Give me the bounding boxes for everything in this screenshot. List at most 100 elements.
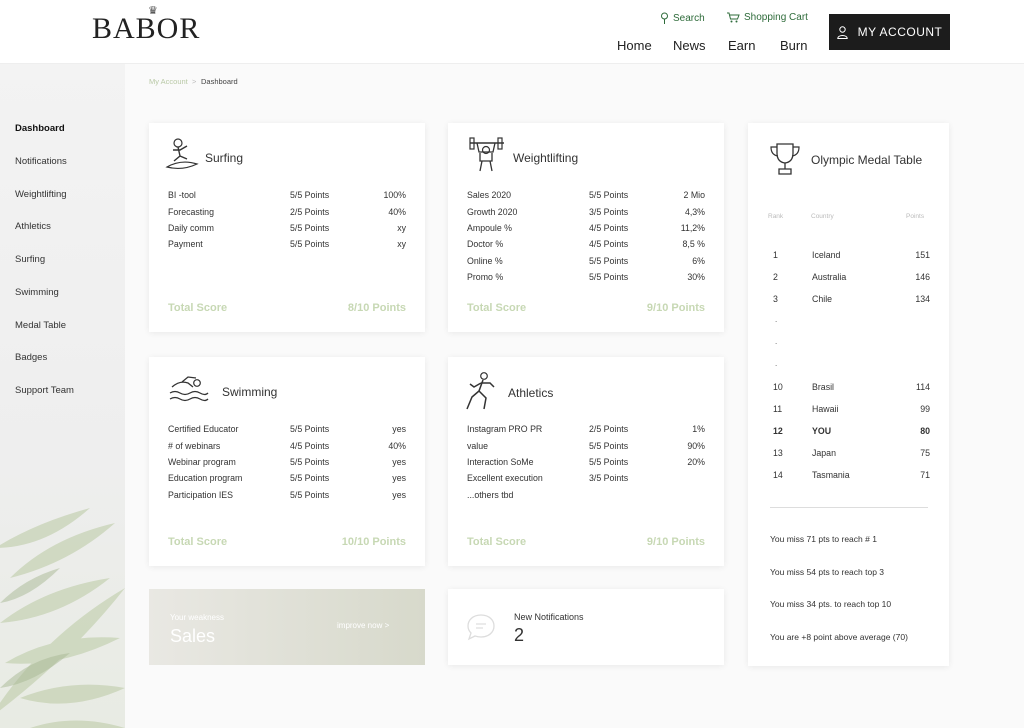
- sidebar-item-support-team[interactable]: Support Team: [15, 385, 74, 396]
- swimming-title: Swimming: [222, 385, 278, 399]
- medal-table-title: Olympic Medal Table: [811, 153, 923, 167]
- rank: 12: [773, 426, 783, 436]
- points: 75: [920, 448, 930, 458]
- notifications-label: New Notifications: [514, 612, 584, 622]
- country: YOU: [812, 426, 832, 436]
- average-message: You are +8 point above average (70): [770, 632, 908, 642]
- row-value: 4,3%: [684, 206, 705, 217]
- row-points: 2/5 Points: [290, 206, 330, 217]
- sidebar: Dashboard Notifications Weightlifting At…: [0, 64, 125, 728]
- row-value: 8,5 %: [682, 239, 706, 250]
- sidebar-item-badges[interactable]: Badges: [15, 352, 47, 363]
- swimming-total: Total Score 10/10 Points: [168, 536, 406, 548]
- table-row: 13 Japan 75: [770, 448, 930, 458]
- shopping-cart-link[interactable]: Shopping Cart: [726, 12, 808, 23]
- row-label: Interaction SoMe: [467, 456, 534, 467]
- improve-now-link[interactable]: improve now >: [337, 621, 389, 630]
- country: Australia: [812, 272, 847, 282]
- country: Brasil: [812, 382, 834, 392]
- nav-earn[interactable]: Earn: [728, 38, 755, 53]
- sidebar-item-swimming[interactable]: Swimming: [15, 287, 59, 298]
- row-points: 4/5 Points: [589, 239, 629, 250]
- row-value: 1%: [692, 424, 705, 435]
- row-value: xy: [397, 239, 406, 250]
- row-value: yes: [392, 473, 406, 484]
- table-row: 11 Hawaii 99: [770, 404, 930, 414]
- account-label: MY ACCOUNT: [857, 25, 943, 39]
- sidebar-item-athletics[interactable]: Athletics: [15, 221, 51, 232]
- country-header: Country: [811, 213, 834, 220]
- nav-burn[interactable]: Burn: [780, 38, 807, 53]
- brand-logo[interactable]: ♛ BABOR: [92, 5, 200, 46]
- table-row: Ampoule % 4/5 Points 11,2%: [467, 220, 705, 236]
- notifications-card[interactable]: New Notifications 2: [448, 589, 724, 665]
- weightlifting-rows: Sales 2020 5/5 Points 2 Mio Growth 2020 3/5…: [467, 187, 705, 285]
- sidebar-item-medal-table[interactable]: Medal Table: [15, 320, 66, 331]
- table-row: 3 Chile 134: [770, 294, 930, 304]
- row-value: 11,2%: [680, 222, 705, 233]
- surfer-icon: [165, 138, 199, 170]
- nav-home[interactable]: Home: [617, 38, 652, 53]
- nav-news[interactable]: News: [673, 38, 706, 53]
- table-row: # of webinars 4/5 Points 40%: [168, 437, 406, 453]
- row-value: yes: [392, 489, 406, 500]
- sidebar-item-surfing[interactable]: Surfing: [15, 254, 45, 265]
- points: 134: [915, 294, 930, 304]
- my-account-button[interactable]: MY ACCOUNT: [829, 14, 950, 50]
- table-row: Certified Educator 5/5 Points yes: [168, 421, 406, 437]
- weakness-banner[interactable]: Your weakness Sales improve now >: [149, 589, 425, 665]
- weakness-value: Sales: [170, 626, 216, 646]
- row-points: 4/5 Points: [290, 440, 330, 451]
- surfing-total: Total Score 8/10 Points: [168, 302, 406, 314]
- rank: 14: [773, 470, 783, 480]
- total-value: 9/10 Points: [646, 536, 705, 548]
- row-value: yes: [392, 424, 406, 435]
- table-row: 14 Tasmania 71: [770, 470, 930, 480]
- swimming-rows: Certified Educator 5/5 Points yes # of web…: [168, 421, 406, 503]
- sidebar-item-notifications[interactable]: Notifications: [15, 156, 67, 167]
- rank: 3: [773, 294, 778, 304]
- table-row: Doctor % 4/5 Points 8,5 %: [467, 236, 705, 252]
- top-header: ♛ BABOR Search Shopping Cart Home News E…: [0, 0, 1024, 64]
- sidebar-item-weightlifting[interactable]: Weightlifting: [15, 189, 67, 200]
- athletics-rows: Instagram PRO PR 2/5 Points 1% value 5/5 Po…: [467, 421, 705, 503]
- table-row: 1 Iceland 151: [770, 250, 930, 260]
- search-icon: [661, 12, 668, 24]
- surfing-card: Surfing BI -tool 5/5 Points 100% Forecasti…: [149, 123, 425, 332]
- table-row: 2 Australia 146: [770, 272, 930, 282]
- notifications-count: 2: [514, 625, 525, 645]
- table-row: 10 Brasil 114: [770, 382, 930, 392]
- row-points: 5/5 Points: [589, 272, 629, 283]
- gap-dot: .: [775, 315, 778, 324]
- row-label: Certified Educator: [168, 424, 239, 435]
- row-points: 5/5 Points: [589, 190, 629, 201]
- row-value: 30%: [687, 272, 705, 283]
- table-row: Education program 5/5 Points yes: [168, 470, 406, 486]
- row-label: Payment: [168, 239, 203, 250]
- miss-message: You miss 71 pts to reach # 1: [770, 534, 877, 544]
- breadcrumb-my-account[interactable]: My Account: [149, 77, 188, 86]
- row-points: 5/5 Points: [589, 440, 629, 451]
- medal-table-card: Olympic Medal Table Rank Country Points …: [748, 123, 949, 666]
- row-label: ...others tbd: [467, 489, 514, 500]
- row-label: Forecasting: [168, 206, 214, 217]
- row-label: Excellent execution: [467, 473, 543, 484]
- sidebar-item-dashboard[interactable]: Dashboard: [15, 123, 65, 134]
- row-label: BI -tool: [168, 190, 196, 201]
- weightlifting-total: Total Score 9/10 Points: [467, 302, 705, 314]
- cart-icon: [727, 12, 740, 23]
- athletics-title: Athletics: [508, 386, 554, 400]
- gap-dot: .: [775, 337, 778, 346]
- breadcrumb-separator: >: [192, 77, 197, 86]
- search-link[interactable]: Search: [660, 12, 705, 25]
- trophy-icon: [770, 143, 800, 175]
- country: Chile: [812, 294, 833, 304]
- country: Iceland: [812, 250, 841, 260]
- total-label: Total Score: [467, 302, 527, 314]
- row-value: 6%: [692, 255, 705, 266]
- rank: 1: [773, 250, 778, 260]
- row-label: Participation IES: [168, 489, 234, 500]
- row-value: 100%: [383, 190, 407, 201]
- runner-icon: [466, 372, 495, 410]
- total-label: Total Score: [168, 302, 228, 314]
